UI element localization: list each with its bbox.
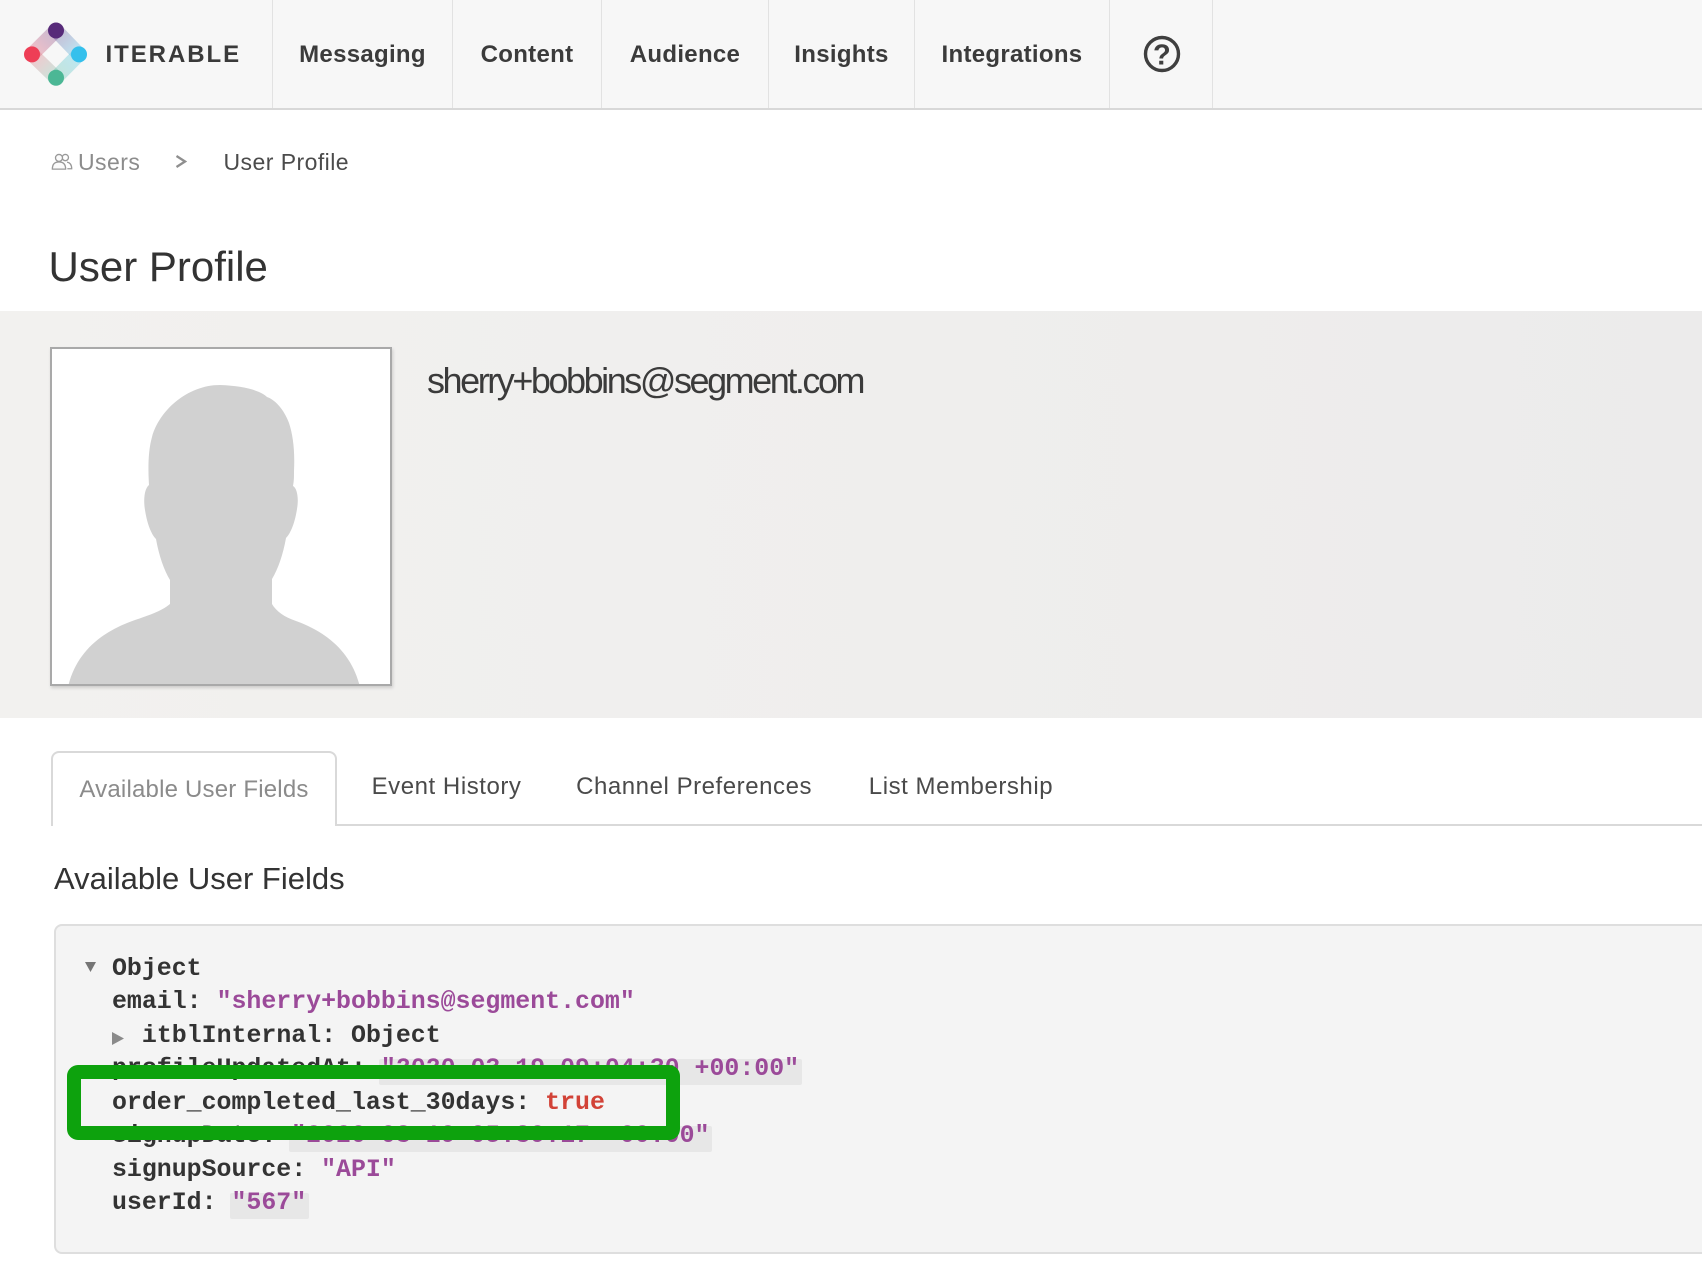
svg-text:?: ? — [1153, 40, 1171, 72]
